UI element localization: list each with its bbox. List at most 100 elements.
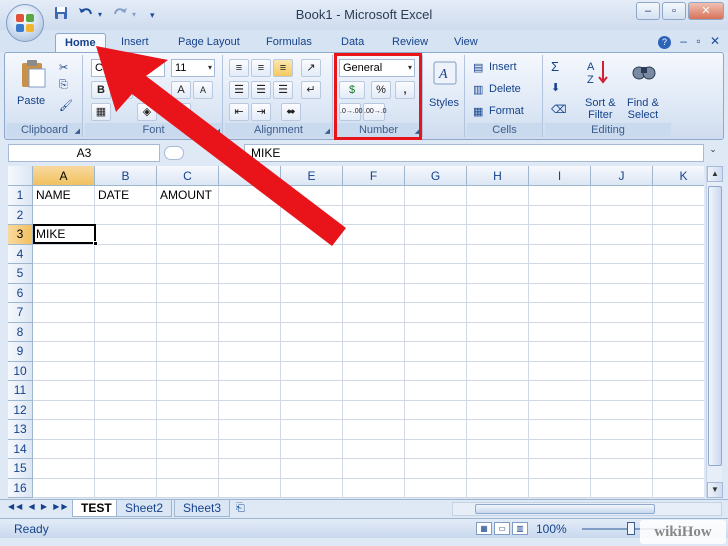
scroll-up-icon[interactable]: ▲ (707, 166, 723, 182)
zoom-level[interactable]: 100% (536, 522, 567, 536)
delete-cells-icon[interactable]: ▥ (473, 83, 483, 96)
row-header-2[interactable]: 2 (8, 205, 33, 225)
tab-page-layout[interactable]: Page Layout (178, 33, 240, 52)
autosum-button[interactable]: Σ (551, 59, 559, 74)
column-header-c[interactable]: C (157, 166, 219, 186)
fill-icon[interactable]: ⬇ (551, 81, 560, 94)
styles-icon[interactable]: A (433, 61, 457, 88)
minimize-button[interactable]: – (636, 2, 660, 20)
font-launcher-icon[interactable]: ◢ (215, 127, 220, 135)
clear-icon[interactable]: ⌫ (551, 103, 567, 116)
cell-c1[interactable]: AMOUNT (157, 186, 212, 205)
column-header-b[interactable]: B (95, 166, 157, 186)
row-header-1[interactable]: 1 (8, 186, 33, 206)
wrap-text-icon[interactable]: ↵ (301, 81, 321, 99)
format-painter-icon[interactable]: 🖌 (59, 99, 73, 112)
row-header-15[interactable]: 15 (8, 459, 33, 479)
expand-formula-bar-icon[interactable]: ⌄ (706, 144, 720, 162)
align-center-icon[interactable]: ☰ (251, 81, 271, 99)
select-all-corner[interactable] (8, 166, 33, 186)
row-header-16[interactable]: 16 (8, 478, 33, 498)
align-middle-icon[interactable]: ≡ (251, 59, 271, 77)
align-bottom-icon[interactable]: ≡ (273, 59, 293, 77)
fill-color-icon[interactable]: ◈ (137, 103, 157, 121)
sort-filter-icon[interactable]: AZ (587, 59, 611, 88)
font-name-combo[interactable]: Ca (91, 59, 165, 77)
sort-filter-button[interactable]: Sort & Filter (585, 97, 616, 121)
column-header-f[interactable]: F (343, 166, 405, 186)
column-header-i[interactable]: I (529, 166, 591, 186)
row-header-5[interactable]: 5 (8, 264, 33, 284)
horizontal-scrollbar[interactable] (452, 502, 722, 516)
worksheet-grid[interactable]: A B C D E F G H I J K 1 2 3 4 5 6 7 8 9 10 11 12 13 14 15 16 NAME DA… (8, 166, 704, 498)
increase-indent-icon[interactable]: ⇥ (251, 103, 271, 121)
grow-font-button[interactable]: A (171, 81, 191, 99)
alignment-launcher-icon[interactable]: ◢ (325, 127, 330, 135)
tab-formulas[interactable]: Formulas (266, 33, 312, 52)
row-header-7[interactable]: 7 (8, 303, 33, 323)
row-header-13[interactable]: 13 (8, 420, 33, 440)
horizontal-scroll-thumb[interactable] (475, 504, 655, 514)
restore-button[interactable]: ▫ (662, 2, 686, 20)
align-left-icon[interactable]: ☰ (229, 81, 249, 99)
clipboard-launcher-icon[interactable]: ◢ (75, 127, 80, 135)
styles-button[interactable]: Styles (429, 97, 459, 109)
tab-review[interactable]: Review (392, 33, 428, 52)
normal-view-icon[interactable]: ▦ (476, 522, 492, 535)
row-header-10[interactable]: 10 (8, 361, 33, 381)
find-select-icon[interactable] (631, 59, 657, 88)
sheet-tab-sheet3[interactable]: Sheet3 (174, 500, 231, 517)
row-header-14[interactable]: 14 (8, 439, 33, 459)
insert-cells-button[interactable]: Insert (489, 61, 517, 73)
orientation-icon[interactable]: ↗ (301, 59, 321, 77)
paste-icon[interactable] (19, 59, 47, 92)
copy-icon[interactable]: ⎘ (59, 79, 68, 92)
insert-sheet-icon[interactable]: ⎗ (236, 502, 245, 515)
column-header-e[interactable]: E (281, 166, 343, 186)
sheet-nav-icons[interactable]: ◀◀ ◀ ▶ ▶▶ (8, 502, 70, 511)
formula-bar-resize-icon[interactable] (164, 146, 184, 160)
row-header-9[interactable]: 9 (8, 342, 33, 362)
align-top-icon[interactable]: ≡ (229, 59, 249, 77)
insert-cells-icon[interactable]: ▤ (473, 61, 483, 74)
cell-b1[interactable]: DATE (95, 186, 129, 205)
column-header-d[interactable]: D (219, 166, 281, 186)
bold-button[interactable]: B (91, 81, 111, 99)
format-cells-button[interactable]: Format (489, 105, 524, 117)
vertical-scrollbar[interactable]: ▲ ▼ (706, 166, 723, 498)
column-header-a[interactable]: A (33, 166, 95, 186)
name-box[interactable]: A3 (8, 144, 160, 162)
ribbon-minimize-icon[interactable]: – (680, 34, 687, 48)
sheet-tab-test[interactable]: TEST (72, 500, 121, 517)
help-icon[interactable]: ? (657, 36, 671, 49)
vertical-scroll-thumb[interactable] (708, 186, 722, 466)
row-header-6[interactable]: 6 (8, 283, 33, 303)
column-header-j[interactable]: J (591, 166, 653, 186)
page-layout-view-icon[interactable]: ▭ (494, 522, 510, 535)
tab-insert[interactable]: Insert (121, 33, 149, 52)
row-header-11[interactable]: 11 (8, 381, 33, 401)
column-header-g[interactable]: G (405, 166, 467, 186)
shrink-font-button[interactable]: A (193, 81, 213, 99)
align-right-icon[interactable]: ☰ (273, 81, 293, 99)
tab-data[interactable]: Data (341, 33, 364, 52)
find-select-button[interactable]: Find & Select (627, 97, 659, 121)
row-header-3[interactable]: 3 (8, 225, 33, 245)
close-button[interactable]: ✕ (688, 2, 724, 20)
tab-home[interactable]: Home (55, 33, 106, 52)
column-header-k[interactable]: K (653, 166, 704, 186)
ribbon-restore-icon[interactable]: ▫ (696, 34, 700, 48)
borders-icon[interactable]: ▦ (91, 103, 111, 121)
format-cells-icon[interactable]: ▦ (473, 105, 483, 118)
formula-input[interactable]: MIKE (244, 144, 704, 162)
ribbon-close-icon[interactable]: ✕ (710, 34, 720, 48)
zoom-slider-knob[interactable] (627, 522, 635, 535)
fill-handle[interactable] (93, 241, 98, 246)
merge-center-icon[interactable]: ⬌ (281, 103, 301, 121)
page-break-view-icon[interactable]: ▥ (512, 522, 528, 535)
scroll-down-icon[interactable]: ▼ (707, 482, 723, 498)
row-header-4[interactable]: 4 (8, 244, 33, 264)
office-button[interactable] (6, 4, 44, 42)
column-header-h[interactable]: H (467, 166, 529, 186)
tab-view[interactable]: View (454, 33, 478, 52)
